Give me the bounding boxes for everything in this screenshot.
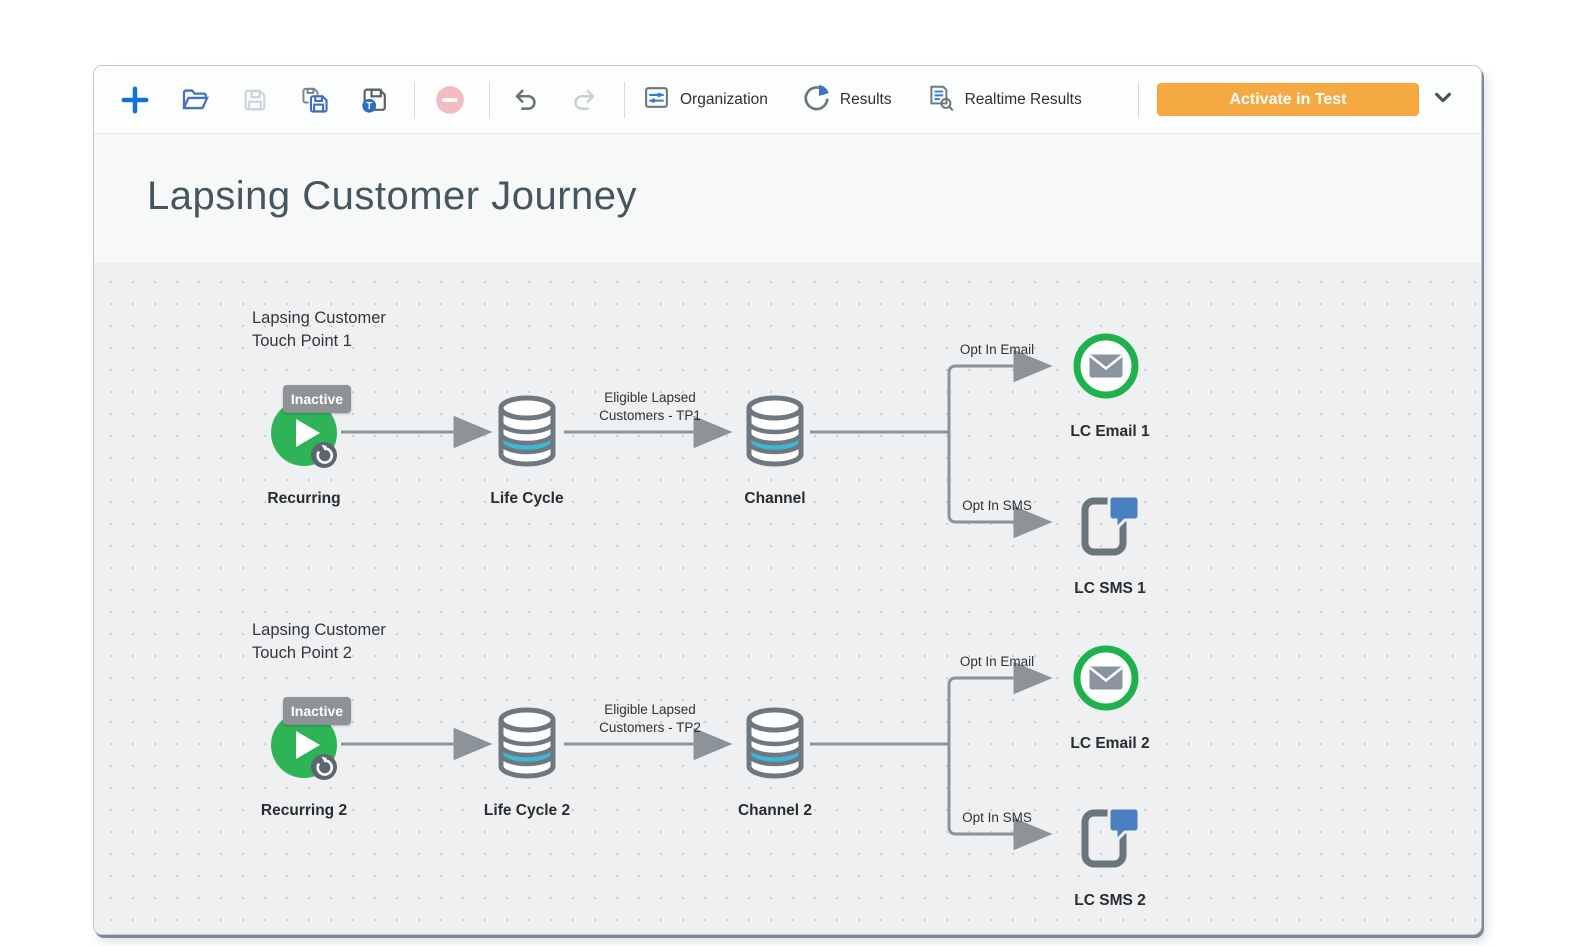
channel-node-label: Channel	[744, 490, 805, 508]
activate-in-test-button[interactable]: Activate in Test	[1157, 83, 1419, 116]
save-as-copy-button[interactable]	[298, 83, 332, 117]
save-as-copy-icon	[300, 85, 330, 115]
opt-in-sms-edge-label: Opt In SMS	[962, 497, 1032, 515]
email-node[interactable]	[1073, 333, 1139, 399]
realtime-results-icon	[926, 83, 965, 117]
lifecycle-node-label: Life Cycle	[490, 490, 563, 508]
organization-icon	[643, 84, 680, 116]
page-title: Lapsing Customer Journey	[147, 174, 637, 219]
journey-canvas[interactable]: Lapsing Customer Touch Point 1 Inactive …	[94, 263, 1481, 935]
save-button[interactable]	[238, 83, 272, 117]
channel-node-label: Channel 2	[738, 802, 812, 820]
channel-node[interactable]	[743, 395, 807, 467]
lifecycle-node[interactable]	[495, 707, 559, 779]
email-node[interactable]	[1073, 645, 1139, 711]
title-strip: Lapsing Customer Journey	[94, 134, 1481, 263]
status-badge: Inactive	[283, 385, 351, 413]
recurring-node-label: Recurring 2	[261, 802, 347, 820]
undo-button[interactable]	[508, 83, 542, 117]
realtime-results-button[interactable]: Realtime Results	[926, 83, 1082, 117]
chevron-down-icon	[1432, 86, 1454, 113]
opt-in-sms-edge-label: Opt In SMS	[962, 809, 1032, 827]
recurring-node-label: Recurring	[267, 490, 340, 508]
database-cylinder-icon	[743, 707, 807, 779]
touchpoint-label: Lapsing Customer Touch Point 2	[252, 619, 386, 665]
email-envelope-icon	[1073, 333, 1139, 399]
new-button[interactable]	[118, 83, 152, 117]
realtime-results-label: Realtime Results	[965, 91, 1082, 109]
redo-icon	[570, 87, 600, 113]
connector-edges	[94, 263, 1481, 935]
toolbar-divider	[624, 82, 625, 118]
sms-node-label: LC SMS 2	[1074, 892, 1145, 910]
organization-label: Organization	[680, 91, 768, 109]
undo-icon	[510, 87, 540, 113]
phone-sms-icon	[1076, 494, 1146, 558]
open-folder-icon	[180, 85, 210, 115]
toolbar-divider	[489, 82, 490, 118]
activate-menu-button[interactable]	[1425, 83, 1461, 117]
email-envelope-icon	[1073, 645, 1139, 711]
touchpoint-label: Lapsing Customer Touch Point 1	[252, 307, 386, 353]
database-cylinder-icon	[495, 395, 559, 467]
phone-sms-icon	[1076, 806, 1146, 870]
toolbar: T Organization Results Realtime Results …	[94, 66, 1481, 134]
save-as-template-button[interactable]: T	[358, 83, 392, 117]
results-pie-icon	[802, 83, 840, 116]
delete-icon	[434, 84, 466, 116]
save-as-template-icon: T	[360, 85, 390, 115]
channel-node[interactable]	[743, 707, 807, 779]
lifecycle-node-label: Life Cycle 2	[484, 802, 570, 820]
database-cylinder-icon	[743, 395, 807, 467]
redo-button[interactable]	[568, 83, 602, 117]
eligible-edge-label: Eligible Lapsed Customers - TP1	[599, 389, 701, 425]
app-window: T Organization Results Realtime Results …	[93, 65, 1482, 935]
sms-node-label: LC SMS 1	[1074, 580, 1145, 598]
results-button[interactable]: Results	[802, 83, 892, 116]
delete-button[interactable]	[433, 83, 467, 117]
sms-node[interactable]	[1076, 806, 1146, 870]
email-node-label: LC Email 1	[1070, 423, 1149, 441]
results-label: Results	[840, 91, 892, 109]
toolbar-divider	[414, 82, 415, 118]
opt-in-email-edge-label: Opt In Email	[960, 653, 1034, 671]
opt-in-email-edge-label: Opt In Email	[960, 341, 1034, 359]
status-badge: Inactive	[283, 697, 351, 725]
open-button[interactable]	[178, 83, 212, 117]
plus-icon	[120, 85, 150, 115]
eligible-edge-label: Eligible Lapsed Customers - TP2	[599, 701, 701, 737]
svg-text:T: T	[366, 101, 372, 112]
save-icon	[241, 86, 269, 114]
toolbar-divider	[1138, 82, 1139, 118]
email-node-label: LC Email 2	[1070, 735, 1149, 753]
lifecycle-node[interactable]	[495, 395, 559, 467]
sms-node[interactable]	[1076, 494, 1146, 558]
database-cylinder-icon	[495, 707, 559, 779]
organization-button[interactable]: Organization	[643, 84, 768, 116]
